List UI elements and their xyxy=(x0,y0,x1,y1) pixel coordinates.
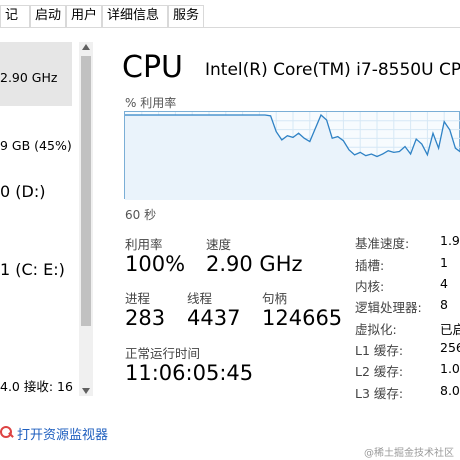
graph-x-axis-label: 60 秒 xyxy=(125,208,157,222)
utilization-value: 100% xyxy=(125,252,186,276)
uptime-label: 正常运行时间 xyxy=(125,346,201,361)
handles-label: 句柄 xyxy=(262,291,288,306)
open-resource-monitor-text: 打开资源监视器 xyxy=(17,428,109,443)
scroll-thumb[interactable] xyxy=(81,56,91,326)
resource-disk-c-label: 1 (C: E:) xyxy=(0,260,65,279)
spec-key: L3 缓存: xyxy=(355,386,404,401)
resource-disk-d-label: 0 (D:) xyxy=(0,182,46,201)
spec-key: 虚拟化: xyxy=(355,322,397,337)
spec-key: L2 缓存: xyxy=(355,364,404,379)
tab-label: 启动 xyxy=(35,8,62,23)
uptime-value: 11:06:05:45 xyxy=(125,361,254,385)
scroll-up-icon[interactable] xyxy=(82,44,90,50)
speed-label: 速度 xyxy=(206,237,232,252)
tab-services[interactable]: 服务 xyxy=(168,5,204,27)
spec-value: 1.9 xyxy=(440,233,460,248)
spec-value: 8 xyxy=(440,297,448,312)
spec-key: 基准速度: xyxy=(355,236,410,251)
resource-network-receive: 4.0 接收: 16 xyxy=(0,379,73,394)
handles-value: 124665 xyxy=(262,306,343,330)
page-title: CPU xyxy=(122,50,183,85)
tab-users[interactable]: 用户 xyxy=(66,5,102,27)
speed-value: 2.90 GHz xyxy=(206,252,303,276)
resource-memory-usage: 9 GB (45%) xyxy=(0,138,72,153)
scroll-down-icon[interactable] xyxy=(82,388,90,394)
spec-value: 256 xyxy=(440,340,460,355)
tab-label: 服务 xyxy=(173,8,200,23)
threads-label: 线程 xyxy=(187,291,213,306)
cpu-utilization-svg xyxy=(125,112,460,200)
spec-key: 插槽: xyxy=(355,258,385,273)
spec-value: 8.0 xyxy=(440,383,460,398)
resource-item-disk-d[interactable]: 0 (D:) xyxy=(0,174,72,214)
watermark: @稀土掘金技术社区 xyxy=(364,448,454,459)
spec-value: 4 xyxy=(440,276,448,291)
tab-label: 用户 xyxy=(71,8,98,23)
resource-item-disk-c[interactable]: 1 (C: E:) xyxy=(0,252,72,292)
spec-value: 1.0 xyxy=(440,361,460,376)
tab-details[interactable]: 详细信息 xyxy=(102,5,168,27)
tab-bar: 记录 启动 用户 详细信息 服务 xyxy=(0,0,460,43)
spec-value: 1 xyxy=(440,255,448,270)
resource-cpu-speed: 2.90 GHz xyxy=(0,70,58,85)
resource-item-memory[interactable]: 9 GB (45%) xyxy=(0,126,72,166)
resource-item-network[interactable]: 4.0 接收: 16 xyxy=(0,368,73,398)
tab-startup[interactable]: 启动 xyxy=(30,5,66,27)
tab-history[interactable]: 记录 xyxy=(0,5,30,43)
spec-key: 逻辑处理器: xyxy=(355,300,422,315)
resource-list-scrollbar[interactable] xyxy=(79,42,93,396)
processes-value: 283 xyxy=(125,306,166,330)
resource-item-cpu[interactable]: 2.90 GHz xyxy=(0,42,72,106)
spec-value: 已启 xyxy=(440,322,460,337)
resource-monitor-icon xyxy=(0,426,12,438)
processes-label: 进程 xyxy=(125,291,151,306)
threads-value: 4437 xyxy=(187,306,241,330)
cpu-model-name: Intel(R) Core(TM) i7-8550U CP xyxy=(205,60,460,80)
utilization-label: 利用率 xyxy=(125,237,163,252)
cpu-utilization-graph xyxy=(124,111,460,200)
spec-key: L1 缓存: xyxy=(355,343,404,358)
spec-key: 内核: xyxy=(355,279,385,294)
tab-label: 详细信息 xyxy=(107,8,160,23)
graph-y-axis-label: % 利用率 xyxy=(125,96,177,110)
